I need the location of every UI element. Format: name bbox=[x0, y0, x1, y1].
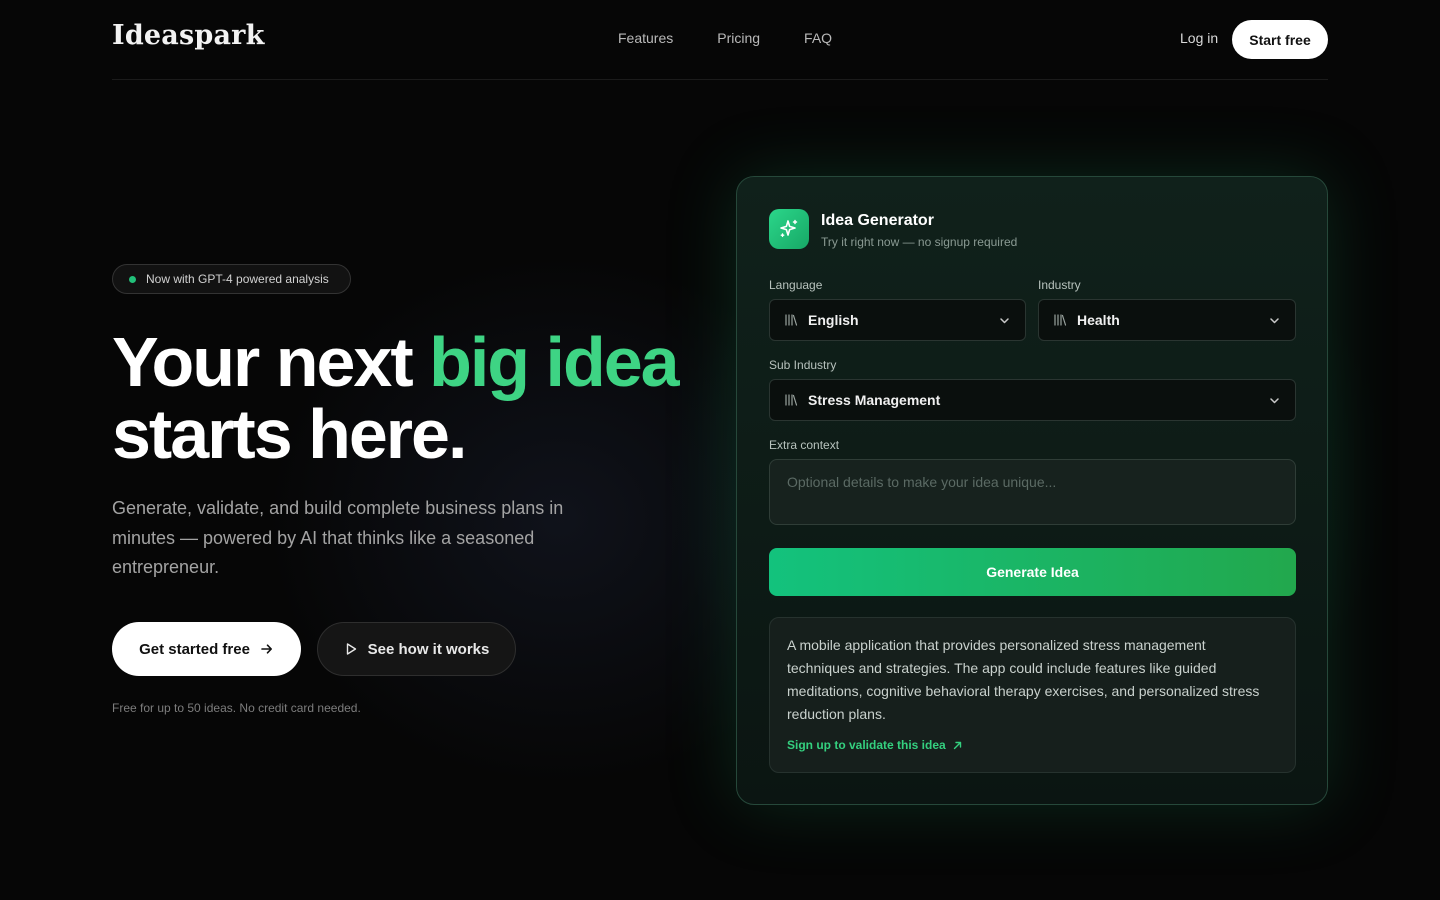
sparkles-icon bbox=[769, 209, 809, 249]
generated-idea-result: A mobile application that provides perso… bbox=[769, 617, 1296, 773]
arrow-up-right-icon bbox=[952, 740, 963, 751]
generated-idea-text: A mobile application that provides perso… bbox=[787, 637, 1260, 722]
library-icon bbox=[1053, 313, 1067, 327]
industry-select[interactable]: Health bbox=[1038, 299, 1296, 341]
see-how-it-works-button[interactable]: See how it works bbox=[317, 622, 516, 676]
badge-text: Now with GPT-4 powered analysis bbox=[146, 272, 329, 286]
play-icon bbox=[344, 642, 358, 656]
nav-link-faq[interactable]: FAQ bbox=[804, 30, 832, 46]
library-icon bbox=[784, 393, 798, 407]
extra-context-input[interactable] bbox=[769, 459, 1296, 525]
fine-print: Free for up to 50 ideas. No credit card … bbox=[112, 701, 361, 715]
validate-idea-label: Sign up to validate this idea bbox=[787, 738, 946, 752]
headline-part-2: starts here. bbox=[112, 395, 467, 473]
get-started-button[interactable]: Get started free bbox=[112, 622, 301, 676]
extra-context-label: Extra context bbox=[769, 438, 840, 452]
language-label: Language bbox=[769, 278, 823, 292]
sub-industry-value: Stress Management bbox=[808, 392, 941, 408]
status-dot-icon bbox=[129, 275, 136, 283]
sub-industry-select[interactable]: Stress Management bbox=[769, 379, 1296, 421]
library-icon bbox=[784, 313, 798, 327]
top-navigation: Ideaspark Features Pricing FAQ Log in St… bbox=[112, 0, 1328, 80]
chevron-down-icon bbox=[998, 314, 1011, 327]
language-value: English bbox=[808, 312, 859, 328]
sub-industry-label: Sub Industry bbox=[769, 358, 837, 372]
start-free-button[interactable]: Start free bbox=[1232, 20, 1328, 59]
hero-subtext: Generate, validate, and build complete b… bbox=[112, 498, 564, 577]
nav-link-pricing[interactable]: Pricing bbox=[717, 30, 760, 46]
generator-subtitle: Try it right now — no signup required bbox=[821, 235, 1018, 249]
announcement-badge: Now with GPT-4 powered analysis bbox=[112, 264, 351, 294]
arrow-right-icon bbox=[260, 642, 274, 656]
nav-link-features[interactable]: Features bbox=[618, 30, 673, 46]
idea-generator-card: Idea Generator Try it right now — no sig… bbox=[736, 176, 1328, 805]
login-link[interactable]: Log in bbox=[1180, 30, 1218, 46]
industry-value: Health bbox=[1077, 312, 1120, 328]
industry-label: Industry bbox=[1038, 278, 1081, 292]
get-started-label: Get started free bbox=[139, 640, 250, 658]
generate-idea-button[interactable]: Generate Idea bbox=[769, 548, 1296, 596]
nav-links: Features Pricing FAQ bbox=[618, 30, 876, 46]
generator-title: Idea Generator bbox=[821, 212, 934, 229]
language-select[interactable]: English bbox=[769, 299, 1026, 341]
see-how-it-works-label: See how it works bbox=[367, 640, 490, 658]
chevron-down-icon bbox=[1268, 394, 1281, 407]
chevron-down-icon bbox=[1268, 314, 1281, 327]
validate-idea-link[interactable]: Sign up to validate this idea bbox=[787, 738, 963, 752]
hero-headline: Your next big idea starts here. bbox=[112, 326, 732, 470]
headline-accent: big idea bbox=[429, 323, 679, 401]
brand-logo[interactable]: Ideaspark bbox=[112, 20, 265, 51]
headline-part-1: Your next bbox=[112, 323, 430, 401]
